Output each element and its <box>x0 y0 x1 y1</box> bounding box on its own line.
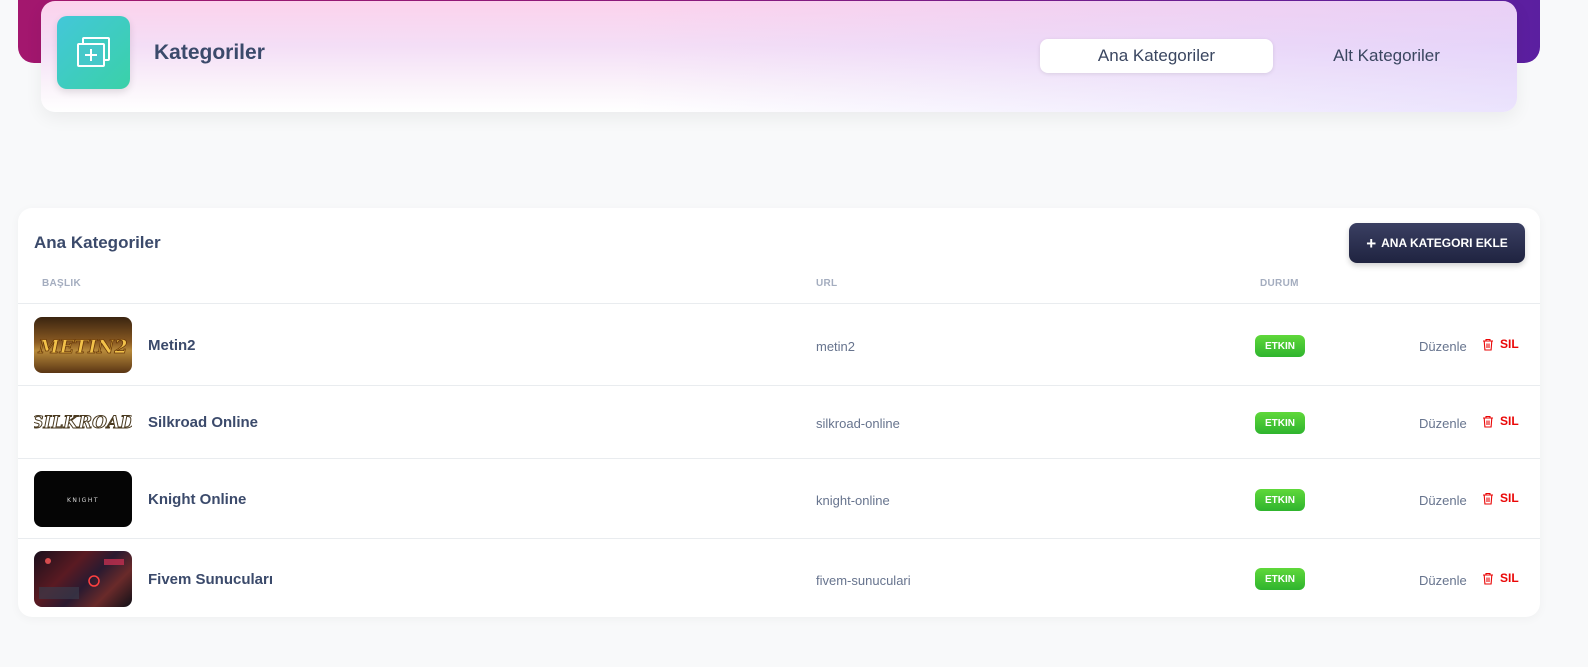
delete-label: SIL <box>1500 571 1519 585</box>
category-url: silkroad-online <box>816 416 900 431</box>
tab-ana-kategoriler[interactable]: Ana Kategoriler <box>1040 39 1273 73</box>
column-header-url: URL <box>816 278 838 289</box>
categories-icon <box>57 16 130 89</box>
tab-alt-kategoriler[interactable]: Alt Kategoriler <box>1270 39 1503 73</box>
edit-button[interactable]: Düzenle <box>1419 416 1467 431</box>
category-name: Knight Online <box>148 491 247 508</box>
page-title: Kategoriler <box>154 41 265 64</box>
category-url: fivem-sunuculari <box>816 573 911 588</box>
column-header-status: DURUM <box>1260 278 1299 289</box>
plus-icon: + <box>1366 233 1377 253</box>
trash-icon <box>1483 338 1493 351</box>
column-header-title: BAŞLIK <box>42 278 82 289</box>
category-name: Fivem Sunucuları <box>148 571 274 588</box>
table-row: KNIGHT Knight Online knight-online ETKIN… <box>18 458 1540 538</box>
delete-button[interactable]: SIL <box>1482 414 1519 428</box>
add-category-label: ANA KATEGORI EKLE <box>1381 236 1508 250</box>
edit-button[interactable]: Düzenle <box>1419 573 1467 588</box>
delete-label: SIL <box>1500 491 1519 505</box>
thumb-text: METIN2 <box>37 336 127 358</box>
edit-button[interactable]: Düzenle <box>1419 493 1467 508</box>
thumb-text: KNIGHT <box>67 497 99 504</box>
status-badge: ETKIN <box>1255 489 1305 511</box>
delete-label: SIL <box>1500 337 1519 351</box>
category-name: Metin2 <box>148 337 196 354</box>
category-url: knight-online <box>816 493 890 508</box>
trash-icon <box>1483 492 1493 505</box>
category-thumbnail: KNIGHT <box>34 471 132 527</box>
status-badge: ETKIN <box>1255 412 1305 434</box>
delete-button[interactable]: SIL <box>1482 491 1519 505</box>
category-thumbnail <box>34 551 132 607</box>
categories-card: Ana Kategoriler + ANA KATEGORI EKLE BAŞL… <box>18 208 1540 617</box>
status-badge: ETKIN <box>1255 568 1305 590</box>
add-category-button[interactable]: + ANA KATEGORI EKLE <box>1349 223 1525 263</box>
page-header: Kategoriler Ana Kategoriler Alt Kategori… <box>41 1 1517 112</box>
table-row: Fivem Sunucuları fivem-sunuculari ETKIN … <box>18 538 1540 617</box>
card-title: Ana Kategoriler <box>34 233 161 252</box>
category-name: Silkroad Online <box>148 414 259 431</box>
table-row: METIN2 Metin2 metin2 ETKIN Düzenle SIL <box>18 303 1540 385</box>
trash-icon <box>1483 572 1493 585</box>
category-thumbnail: SILKROAD <box>34 394 132 450</box>
thumb-text: SILKROAD <box>34 413 132 433</box>
status-badge: ETKIN <box>1255 335 1305 357</box>
category-url: metin2 <box>816 339 856 354</box>
delete-label: SIL <box>1500 414 1519 428</box>
delete-button[interactable]: SIL <box>1482 571 1519 585</box>
edit-button[interactable]: Düzenle <box>1419 339 1467 354</box>
trash-icon <box>1483 415 1493 428</box>
category-thumbnail: METIN2 <box>34 317 132 373</box>
table-row: SILKROAD Silkroad Online silkroad-online… <box>18 385 1540 458</box>
delete-button[interactable]: SIL <box>1482 337 1519 351</box>
